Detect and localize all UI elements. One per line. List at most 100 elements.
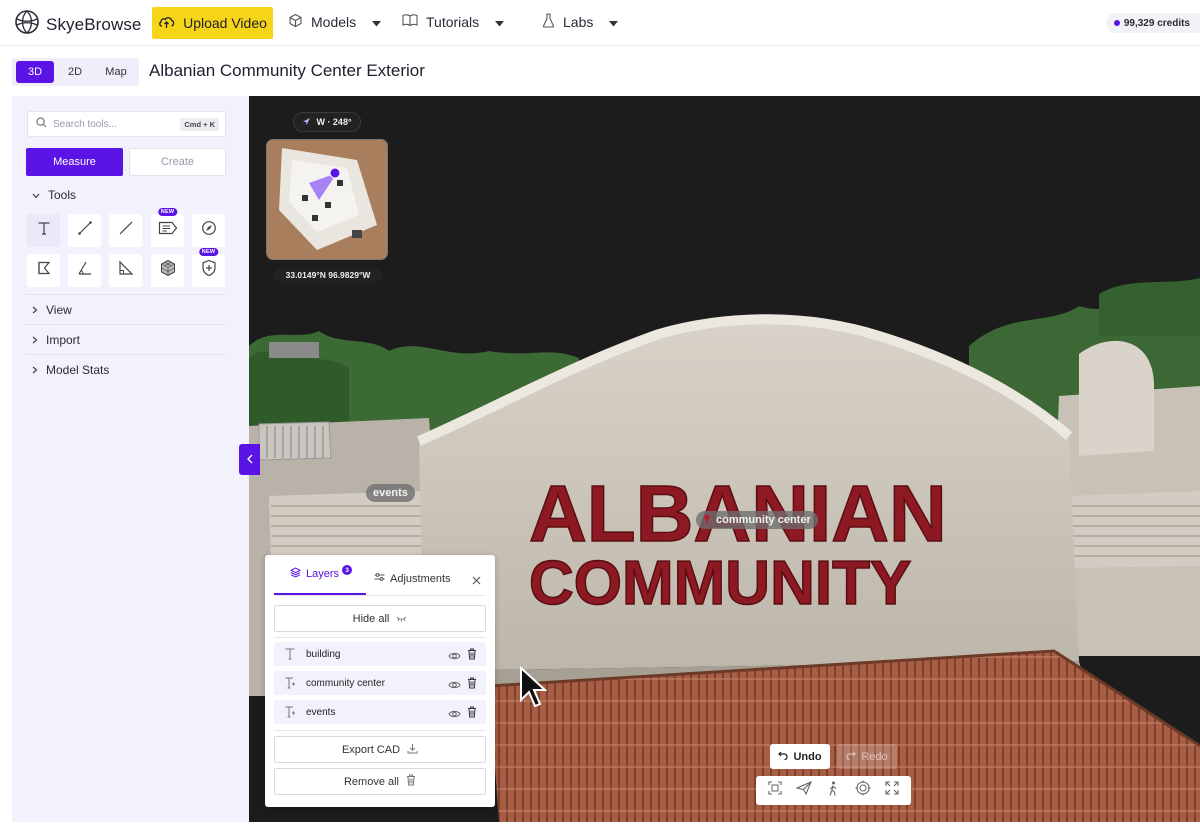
- fullscreen-button[interactable]: [881, 780, 903, 802]
- trash-icon[interactable]: [467, 676, 477, 694]
- chevron-left-icon: [246, 451, 253, 469]
- minimap[interactable]: [266, 139, 388, 260]
- orbit-mode-button[interactable]: [852, 780, 874, 802]
- nav-models-label: Models: [311, 14, 357, 30]
- view-map-button[interactable]: Map: [96, 61, 136, 83]
- scene-label-community-center[interactable]: community center: [696, 511, 818, 529]
- close-icon[interactable]: [472, 572, 481, 590]
- chevron-right-icon: [32, 363, 38, 377]
- redo-button[interactable]: Redo: [837, 744, 897, 769]
- remove-all-label: Remove all: [343, 775, 400, 788]
- height-tool[interactable]: [109, 254, 142, 287]
- walking-person-icon: [827, 781, 839, 801]
- brand-name: SkyeBrowse: [46, 14, 142, 34]
- flask-icon: [542, 13, 555, 31]
- hide-all-button[interactable]: Hide all: [274, 605, 486, 632]
- volume-tool[interactable]: [151, 254, 184, 287]
- navigate-tool[interactable]: [192, 214, 225, 247]
- compass-heading[interactable]: W · 248°: [293, 112, 361, 132]
- mesh-cube-icon: [159, 259, 177, 282]
- layers-tab[interactable]: Layers 3: [289, 565, 353, 581]
- credits-dot-icon: [1113, 20, 1120, 26]
- text-layer-icon: [284, 705, 296, 723]
- shield-plus-icon: [201, 259, 217, 282]
- brand-logo[interactable]: SkyeBrowse: [14, 9, 141, 40]
- layer-row-community-center[interactable]: community center: [274, 671, 486, 695]
- nav-models[interactable]: Models: [288, 13, 382, 31]
- import-section-label: Import: [46, 333, 81, 347]
- undo-icon: [778, 751, 789, 763]
- orbit-target-icon: [855, 780, 871, 801]
- tools-section-header[interactable]: Tools: [32, 188, 76, 202]
- search-tools-input[interactable]: [53, 118, 173, 130]
- viewport-toolbar: [756, 776, 911, 805]
- remove-all-button[interactable]: Remove all: [274, 768, 486, 795]
- divider: [26, 324, 226, 325]
- angle-tool[interactable]: [68, 254, 101, 287]
- sign-line-2: COMMUNITY: [529, 549, 911, 618]
- layer-row-building[interactable]: building: [274, 642, 486, 666]
- nav-labs-label: Labs: [563, 14, 594, 30]
- line-tool[interactable]: [109, 214, 142, 247]
- collapse-sidebar-button[interactable]: [239, 444, 260, 475]
- distance-line-icon: [77, 220, 93, 241]
- annotation-tool[interactable]: NEW: [151, 208, 184, 247]
- view-section-header[interactable]: View: [32, 303, 72, 317]
- scene-label-text: community center: [716, 514, 811, 526]
- view-2d-button[interactable]: 2D: [58, 61, 92, 83]
- adjustments-tab[interactable]: Adjustments: [374, 572, 451, 585]
- tag-label-icon: [158, 220, 178, 241]
- nav-tutorials[interactable]: Tutorials: [402, 13, 505, 30]
- view-3d-button[interactable]: 3D: [16, 61, 54, 83]
- page-title: Albanian Community Center Exterior: [149, 61, 425, 80]
- text-tool[interactable]: [27, 214, 60, 247]
- trash-icon[interactable]: [467, 647, 477, 665]
- export-cad-button[interactable]: Export CAD: [274, 736, 486, 763]
- focus-frame-icon: [768, 781, 782, 800]
- view-mode-toggle: 3D 2D Map: [12, 58, 139, 86]
- divider: [274, 730, 486, 731]
- layer-name: events: [306, 706, 336, 718]
- trash-icon: [406, 774, 416, 789]
- eye-closed-icon: [396, 613, 407, 625]
- import-section-header[interactable]: Import: [32, 333, 80, 347]
- trash-icon[interactable]: [467, 705, 477, 723]
- scene-label-text: events: [373, 487, 408, 499]
- measure-tab[interactable]: Measure: [26, 148, 123, 176]
- chevron-right-icon: [32, 303, 38, 317]
- undo-button[interactable]: Undo: [770, 744, 830, 769]
- fly-mode-button[interactable]: [793, 780, 815, 802]
- layer-row-events[interactable]: events: [274, 700, 486, 724]
- divider: [274, 595, 486, 596]
- focus-frame-button[interactable]: [764, 780, 786, 802]
- credits-badge[interactable]: 99,329 credits: [1105, 13, 1200, 33]
- upload-video-button[interactable]: Upload Video: [152, 7, 273, 39]
- scene-label-events[interactable]: events: [366, 484, 415, 502]
- model-stats-section-header[interactable]: Model Stats: [32, 363, 109, 377]
- shield-tool[interactable]: NEW: [192, 248, 225, 287]
- eye-icon[interactable]: [448, 706, 461, 724]
- layer-count-badge: 3: [342, 565, 353, 575]
- walk-mode-button[interactable]: [822, 780, 844, 802]
- polygon-tool[interactable]: [27, 254, 60, 287]
- search-tools-box[interactable]: Cmd + K: [27, 111, 226, 137]
- mouse-cursor-icon: [520, 666, 547, 708]
- tools-sidebar: Cmd + K Measure Create Tools NEW NEW: [12, 96, 249, 822]
- book-open-icon: [402, 13, 418, 30]
- nav-labs[interactable]: Labs: [542, 13, 619, 31]
- distance-tool[interactable]: [68, 214, 101, 247]
- divider: [26, 354, 226, 355]
- create-tab[interactable]: Create: [129, 148, 226, 176]
- redo-icon: [846, 751, 857, 763]
- cube-icon: [288, 13, 303, 31]
- eye-icon[interactable]: [448, 648, 461, 666]
- line-icon: [118, 220, 134, 241]
- eye-icon[interactable]: [448, 677, 461, 695]
- tools-section-label: Tools: [48, 188, 77, 202]
- expand-icon: [885, 781, 899, 800]
- paper-plane-icon: [795, 780, 813, 800]
- text-icon: [36, 220, 52, 241]
- new-badge: NEW: [157, 208, 178, 216]
- heading-arrow-icon: [302, 117, 311, 128]
- angle-icon: [77, 260, 93, 281]
